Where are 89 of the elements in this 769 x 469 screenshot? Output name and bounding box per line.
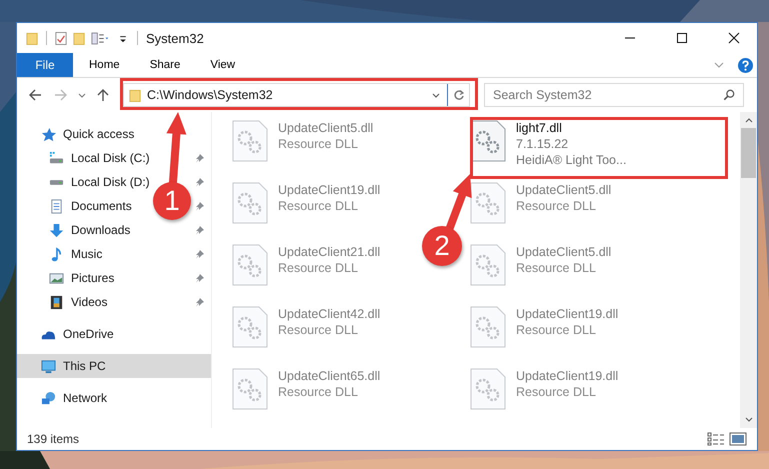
- star-icon: [41, 126, 56, 142]
- help-icon[interactable]: [738, 58, 753, 72]
- pin-icon[interactable]: [195, 225, 205, 235]
- file-detail: Resource DLL: [516, 198, 597, 214]
- sidebar-item[interactable]: OneDrive: [17, 322, 211, 346]
- item-count: 139 items: [27, 432, 80, 446]
- file-name[interactable]: UpdateClient42.dll: [278, 306, 380, 322]
- file-gear-icon: [232, 306, 268, 348]
- ribbon-tab[interactable]: View: [196, 53, 250, 77]
- download-icon: [49, 222, 64, 238]
- sidebar-item[interactable]: Downloads: [17, 218, 130, 242]
- scrollbar-thumb[interactable]: [741, 128, 756, 178]
- file-detail: Resource DLL: [516, 260, 597, 276]
- file-name[interactable]: light7.dll: [516, 120, 626, 136]
- file-detail: Resource DLL: [278, 198, 359, 214]
- up-arrow-icon: [96, 88, 110, 102]
- sidebar-item[interactable]: Videos: [17, 290, 108, 314]
- pin-icon[interactable]: [195, 201, 205, 211]
- file-name[interactable]: UpdateClient5.dll: [516, 244, 612, 260]
- network-icon: [41, 390, 56, 406]
- sidebar-item[interactable]: Pictures: [17, 266, 114, 290]
- back-arrow-icon: [28, 88, 42, 102]
- address-field[interactable]: C:\Windows\System32: [123, 83, 470, 107]
- file-gear-icon: [232, 368, 268, 410]
- ribbon-tab[interactable]: Home: [75, 53, 134, 77]
- pin-icon[interactable]: [195, 249, 205, 259]
- file-tab[interactable]: File: [17, 53, 73, 77]
- scroll-up-icon[interactable]: [744, 116, 754, 124]
- file-detail: Resource DLL: [278, 136, 359, 152]
- expand-ribbon-icon[interactable]: [714, 60, 724, 70]
- file-detail: 7.1.15.22: [516, 136, 570, 152]
- pin-icon[interactable]: [195, 273, 205, 283]
- document-icon: [49, 198, 64, 214]
- file-name[interactable]: UpdateClient5.dll: [516, 182, 612, 198]
- scrollbar[interactable]: [740, 112, 757, 428]
- file-name[interactable]: UpdateClient65.dll: [278, 368, 380, 384]
- monitor-icon: [41, 358, 56, 374]
- drive-icon: [49, 150, 64, 166]
- maximize-icon: [676, 32, 688, 44]
- file-detail: HeidiA® Light Too...: [516, 152, 626, 168]
- search-icon: [723, 89, 735, 101]
- file-detail: Resource DLL: [516, 384, 597, 400]
- drive-icon: [49, 178, 64, 186]
- file-name[interactable]: UpdateClient19.dll: [516, 306, 618, 322]
- sidebar-item[interactable]: Local Disk (D:): [17, 170, 150, 194]
- checklist-icon[interactable]: [55, 30, 67, 46]
- thumbnail-view-icon[interactable]: [729, 432, 747, 446]
- file-gear-icon: [470, 120, 506, 162]
- music-note-icon: [49, 246, 64, 262]
- folder-icon[interactable]: [73, 30, 85, 46]
- pin-icon[interactable]: [195, 177, 205, 187]
- pin-icon[interactable]: [195, 297, 205, 307]
- properties-icon[interactable]: [91, 30, 111, 46]
- file-gear-icon: [232, 182, 268, 224]
- scroll-down-icon[interactable]: [744, 416, 754, 424]
- sidebar-item[interactable]: Quick access: [17, 122, 211, 146]
- sidebar-item[interactable]: This PC: [17, 354, 211, 378]
- folder-icon: [129, 88, 141, 102]
- file-gear-icon: [470, 306, 506, 348]
- pin-icon[interactable]: [195, 153, 205, 163]
- caret-icon: [78, 91, 86, 99]
- details-view-icon[interactable]: [707, 432, 725, 446]
- sidebar-item[interactable]: Documents: [17, 194, 132, 218]
- file-detail: Resource DLL: [278, 322, 359, 338]
- sidebar-item[interactable]: Local Disk (C:): [17, 146, 150, 170]
- search-input[interactable]: Search System32: [493, 88, 723, 102]
- file-gear-icon: [232, 120, 268, 162]
- search-field[interactable]: Search System32: [484, 83, 744, 107]
- file-gear-icon: [470, 182, 506, 224]
- file-gear-icon: [470, 244, 506, 286]
- sidebar-item[interactable]: Music: [17, 242, 102, 266]
- file-gear-icon: [470, 368, 506, 410]
- file-name[interactable]: UpdateClient21.dll: [278, 244, 380, 260]
- refresh-icon: [452, 89, 464, 101]
- sidebar-item[interactable]: Network: [17, 386, 211, 410]
- file-name[interactable]: UpdateClient19.dll: [516, 368, 618, 384]
- film-icon: [49, 294, 64, 310]
- file-detail: Resource DLL: [516, 322, 597, 338]
- folder-icon[interactable]: [26, 30, 38, 46]
- file-detail: Resource DLL: [278, 260, 359, 276]
- ribbon-tab[interactable]: Share: [136, 53, 194, 77]
- window-title: System32: [146, 30, 204, 46]
- file-detail: Resource DLL: [278, 384, 359, 400]
- file-gear-icon: [232, 244, 268, 286]
- image-icon: [49, 270, 64, 286]
- file-name[interactable]: UpdateClient5.dll: [278, 120, 374, 136]
- forward-arrow-icon: [54, 88, 68, 102]
- file-name[interactable]: UpdateClient19.dll: [278, 182, 380, 198]
- close-icon: [728, 32, 740, 44]
